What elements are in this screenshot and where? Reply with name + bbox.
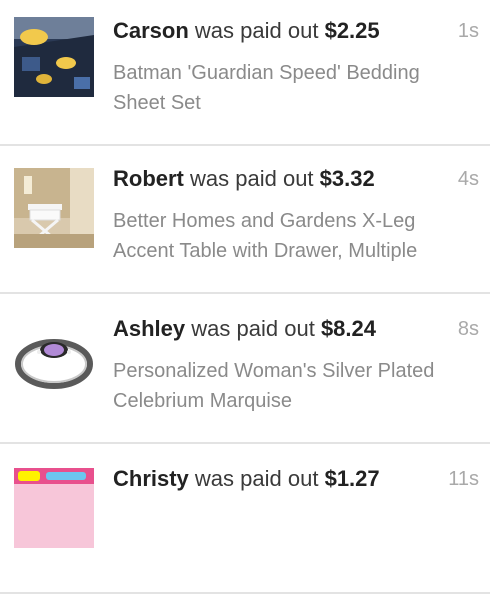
timestamp: 11s — [448, 468, 479, 490]
payout-action: was paid out — [190, 166, 314, 191]
feed-item[interactable]: Christy was paid out $1.27 11s — [0, 448, 490, 594]
payout-amount: $3.32 — [319, 166, 375, 191]
payout-headline: Robert was paid out $3.32 — [113, 166, 375, 192]
payout-headline: Ashley was paid out $8.24 — [113, 316, 376, 342]
payout-amount: $2.25 — [324, 18, 380, 43]
accent-table-thumbnail[interactable] — [14, 168, 94, 248]
marquise-ring-thumbnail[interactable] — [14, 320, 94, 400]
feed-item[interactable]: Robert was paid out $3.32 Better Homes a… — [0, 148, 490, 294]
feed-item[interactable]: Carson was paid out $2.25 Batman 'Guardi… — [0, 0, 490, 146]
payout-amount: $1.27 — [324, 466, 380, 491]
payout-headline: Carson was paid out $2.25 — [113, 18, 380, 44]
timestamp: 1s — [457, 20, 479, 42]
product-title[interactable]: Better Homes and Gardens X-Leg Accent Ta… — [113, 206, 453, 266]
payout-action: was paid out — [194, 466, 319, 491]
payout-action: was paid out — [194, 18, 319, 43]
payout-amount: $8.24 — [320, 316, 376, 341]
shopkins-toy-thumbnail[interactable] — [14, 468, 94, 548]
user-name[interactable]: Carson — [113, 18, 189, 43]
batman-bedding-thumbnail[interactable] — [14, 17, 94, 97]
product-title[interactable]: Personalized Woman's Silver Plated Celeb… — [113, 356, 453, 416]
timestamp: 8s — [457, 318, 479, 340]
user-name[interactable]: Robert — [113, 166, 184, 191]
feed-item[interactable]: Ashley was paid out $8.24 Personalized W… — [0, 298, 490, 444]
user-name[interactable]: Christy — [113, 466, 189, 491]
user-name[interactable]: Ashley — [113, 316, 185, 341]
payout-headline: Christy was paid out $1.27 — [113, 466, 380, 492]
timestamp: 4s — [457, 168, 479, 190]
product-title[interactable]: Batman 'Guardian Speed' Bedding Sheet Se… — [113, 58, 453, 118]
payout-action: was paid out — [191, 316, 315, 341]
